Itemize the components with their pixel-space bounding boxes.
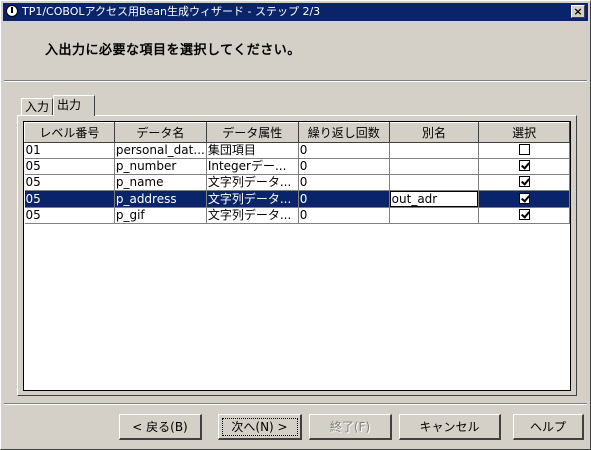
close-icon[interactable]: × — [571, 5, 585, 18]
repeat-cell: 0 — [298, 142, 390, 159]
alias-cell — [389, 190, 480, 208]
select-cell — [478, 190, 570, 208]
select-checkbox[interactable] — [518, 144, 530, 155]
app-icon — [6, 5, 18, 17]
level-cell: 01 — [24, 142, 115, 159]
select-checkbox[interactable] — [518, 209, 530, 220]
table-header-row: レベル番号 データ名 データ属性 繰り返し回数 別名 選択 — [24, 122, 570, 143]
alias-cell[interactable] — [389, 142, 480, 159]
repeat-cell: 0 — [298, 207, 390, 224]
attribute-cell: 文字列データ... — [206, 174, 299, 191]
repeat-cell: 0 — [298, 190, 390, 208]
select-cell — [478, 142, 570, 159]
tab-input[interactable]: 入力 — [21, 98, 53, 115]
wizard-window: TP1/COBOLアクセス用Bean生成ウィザード - ステップ 2/3 × 入… — [0, 0, 591, 450]
help-button[interactable]: ヘルプ — [513, 414, 584, 440]
alias-cell[interactable] — [389, 207, 480, 224]
attribute-cell: 文字列データ... — [206, 207, 299, 224]
column-header-select[interactable]: 選択 — [478, 122, 570, 143]
repeat-cell: 0 — [298, 158, 390, 175]
header-divider — [4, 80, 587, 82]
select-checkbox[interactable] — [518, 192, 530, 204]
table-row-selected[interactable]: 05 p_address 文字列データ... 0 — [24, 190, 570, 208]
back-button[interactable]: < 戻る(B) — [119, 414, 202, 440]
select-checkbox[interactable] — [518, 160, 530, 171]
data-name-cell: p_name — [114, 174, 207, 191]
data-name-cell: p_gif — [114, 207, 207, 224]
alias-input[interactable] — [389, 191, 478, 207]
attribute-cell: Integerデー... — [206, 158, 299, 175]
footer-divider — [4, 403, 587, 405]
item-table[interactable]: レベル番号 データ名 データ属性 繰り返し回数 別名 選択 01 persona… — [23, 121, 571, 391]
table-row[interactable]: 01 personal_dat... 集団項目 0 — [24, 142, 570, 159]
attribute-cell: 文字列データ... — [206, 190, 299, 208]
repeat-cell: 0 — [298, 174, 390, 191]
tab-output[interactable]: 出力 — [53, 95, 95, 116]
window-title: TP1/COBOLアクセス用Bean生成ウィザード - ステップ 2/3 — [22, 5, 321, 18]
table-row[interactable]: 05 p_gif 文字列データ... 0 — [24, 207, 570, 224]
select-checkbox[interactable] — [518, 176, 530, 187]
finish-button[interactable]: 終了(F) — [309, 414, 392, 440]
next-button[interactable]: 次へ(N) > — [218, 414, 302, 440]
alias-cell[interactable] — [389, 158, 480, 175]
select-cell — [478, 158, 570, 175]
data-name-cell: personal_dat... — [114, 142, 207, 159]
table-row[interactable]: 05 p_number Integerデー... 0 — [24, 158, 570, 175]
level-cell: 05 — [24, 174, 115, 191]
cancel-button[interactable]: キャンセル — [399, 414, 501, 440]
column-header-repeat-count[interactable]: 繰り返し回数 — [297, 122, 390, 143]
select-cell — [478, 207, 570, 224]
level-cell: 05 — [24, 207, 115, 224]
column-header-attribute[interactable]: データ属性 — [205, 122, 299, 143]
column-header-data-name[interactable]: データ名 — [113, 122, 207, 143]
data-name-cell: p_address — [114, 190, 207, 208]
table-row[interactable]: 05 p_name 文字列データ... 0 — [24, 174, 570, 191]
alias-cell[interactable] — [389, 174, 480, 191]
title-bar[interactable]: TP1/COBOLアクセス用Bean生成ウィザード - ステップ 2/3 × — [3, 3, 588, 21]
column-header-level[interactable]: レベル番号 — [24, 122, 115, 143]
select-cell — [478, 174, 570, 191]
level-cell: 05 — [24, 158, 115, 175]
column-header-alias[interactable]: 別名 — [388, 122, 480, 143]
attribute-cell: 集団項目 — [206, 142, 299, 159]
data-name-cell: p_number — [114, 158, 207, 175]
instruction-text: 入出力に必要な項目を選択してください。 — [45, 43, 301, 58]
level-cell: 05 — [24, 190, 115, 208]
